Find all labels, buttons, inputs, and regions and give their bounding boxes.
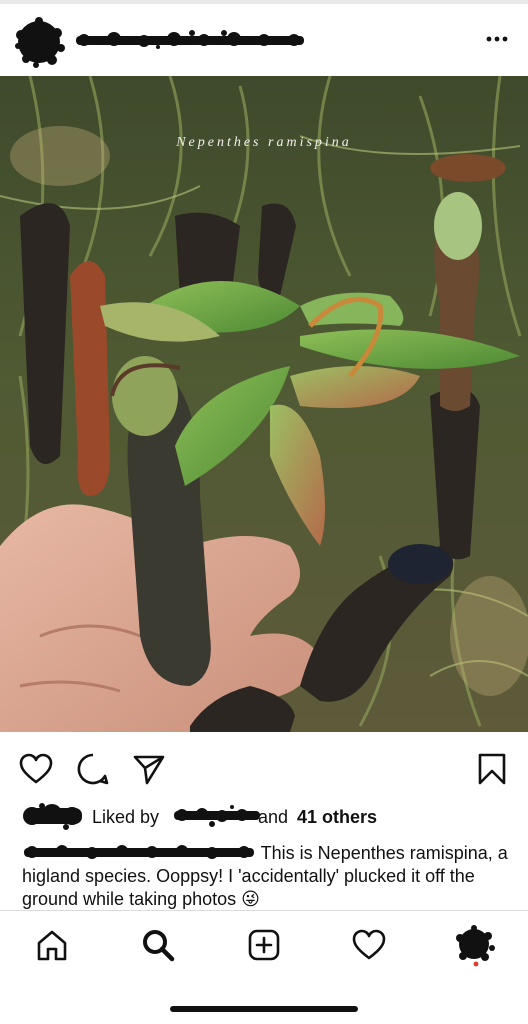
plus-square-icon	[248, 929, 280, 961]
likes-row: Liked by and 41 others	[22, 802, 522, 830]
photo-watermark-text: Nepenthes ramispina	[176, 135, 352, 150]
ellipsis-icon	[486, 36, 508, 42]
liker-username-redacted[interactable]	[172, 804, 262, 828]
likes-others-link[interactable]: 41 others	[297, 807, 377, 828]
tab-new-post[interactable]	[242, 924, 286, 966]
bottom-tab-bar	[0, 911, 528, 979]
post-action-bar	[0, 732, 528, 804]
winking-tongue-emoji: 😜	[241, 889, 260, 909]
home-icon	[37, 930, 67, 961]
tab-home[interactable]	[30, 924, 74, 966]
author-avatar-redacted[interactable]	[12, 15, 66, 69]
search-icon	[143, 930, 175, 962]
paper-plane-icon	[133, 755, 165, 785]
comment-button[interactable]	[73, 749, 113, 789]
caption-author-redacted[interactable]	[22, 843, 256, 861]
tab-search[interactable]	[136, 924, 180, 966]
share-button[interactable]	[129, 749, 169, 789]
post-photo[interactable]: Nepenthes ramispina	[0, 76, 528, 732]
heart-outline-icon	[19, 753, 53, 784]
author-username-redacted[interactable]	[74, 30, 306, 50]
post-caption: This is Nepenthes ramispina, a higland s…	[22, 842, 512, 911]
save-button[interactable]	[472, 749, 512, 789]
liked-by-label: Liked by	[92, 807, 160, 827]
tab-activity[interactable]	[347, 924, 391, 966]
likes-and-label: and	[258, 807, 289, 827]
like-button[interactable]	[16, 749, 56, 789]
comment-bubble-icon	[77, 753, 109, 785]
heart-outline-icon	[352, 929, 386, 960]
tab-profile[interactable]	[452, 924, 496, 967]
profile-avatar-icon	[456, 925, 495, 967]
pitcher-plant-photo	[0, 76, 528, 732]
bookmark-outline-icon	[478, 753, 506, 785]
home-indicator[interactable]	[170, 1006, 358, 1012]
liker-avatar-redacted[interactable]	[22, 802, 84, 830]
more-options-button[interactable]	[480, 26, 514, 52]
post-header	[0, 4, 528, 76]
